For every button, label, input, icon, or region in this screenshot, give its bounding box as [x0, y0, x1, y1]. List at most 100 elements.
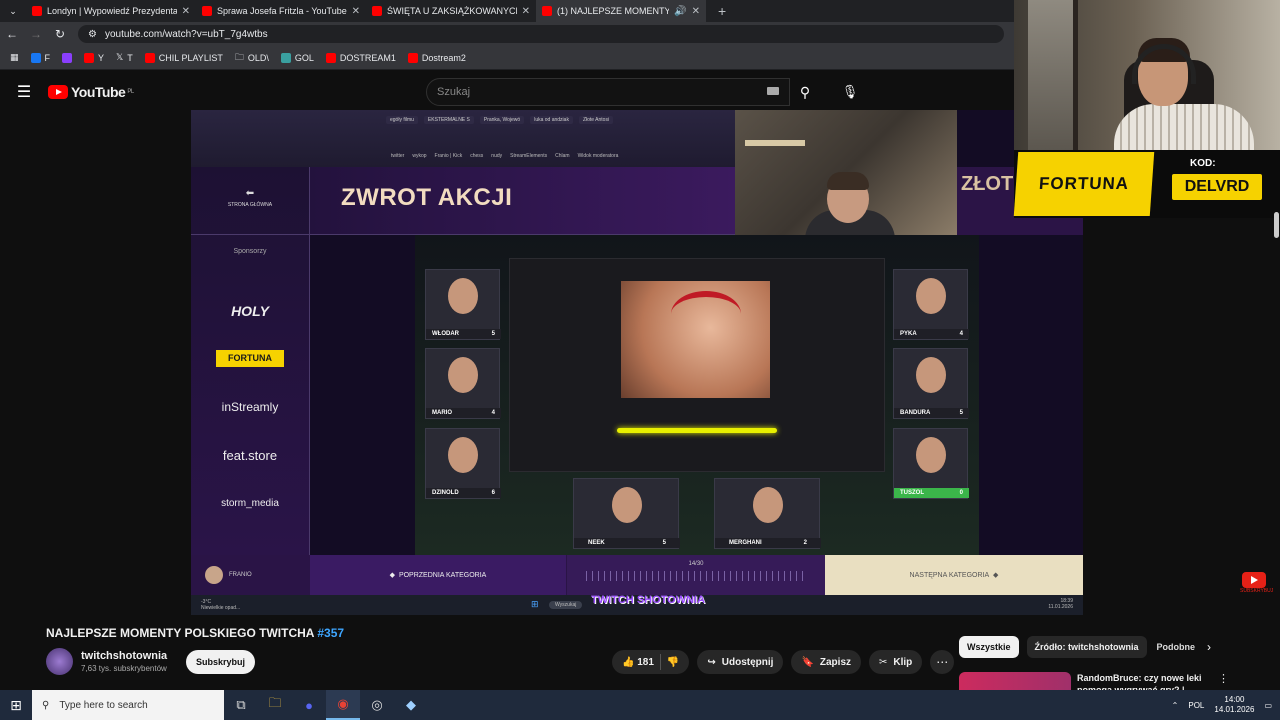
sponsor-logo-featstore: feat.store: [222, 448, 278, 463]
search-placeholder: Szukaj: [437, 86, 471, 98]
tab-close-icon[interactable]: ✕: [352, 6, 360, 17]
chip-all[interactable]: Wszystkie: [959, 636, 1019, 658]
bookmark-item[interactable]: F: [30, 52, 50, 63]
chess-app-icon[interactable]: ◎: [360, 690, 394, 720]
keyboard-icon[interactable]: [767, 87, 779, 95]
webcam-shelf: [745, 140, 805, 146]
file-explorer-icon[interactable]: 🗀: [258, 690, 292, 720]
taskbar-search-input[interactable]: ⚲ Type here to search: [32, 690, 224, 720]
video-timer-bar: [617, 428, 777, 433]
subscribe-button[interactable]: Subskrybuj: [186, 650, 255, 674]
player-face: [448, 437, 478, 473]
bookmark-label: T: [127, 52, 133, 63]
subscribe-watermark[interactable]: SUBSKRYBUJ: [1240, 572, 1273, 600]
bookmark-item[interactable]: 𝕏T: [116, 52, 133, 63]
channel-avatar[interactable]: [46, 648, 73, 675]
discord-icon[interactable]: ●: [292, 690, 326, 720]
player-card: PYKA 4: [893, 269, 969, 340]
back-icon[interactable]: ←: [0, 27, 24, 41]
menu-icon[interactable]: ☰: [0, 82, 48, 102]
app-icon[interactable]: ◆: [394, 690, 428, 720]
new-tab-icon[interactable]: +: [706, 3, 726, 19]
save-button[interactable]: 🔖 Zapisz: [791, 650, 862, 674]
bookmark-item[interactable]: Y: [84, 52, 104, 63]
player-caption: TUSZOL 0: [894, 488, 969, 498]
task-view-icon[interactable]: ⧉: [224, 690, 258, 720]
tab-close-icon[interactable]: ✕: [182, 6, 190, 17]
streamer-webcam: [1014, 0, 1280, 150]
forward-icon[interactable]: →: [24, 27, 48, 41]
promo-code: DELVRD: [1172, 174, 1262, 200]
clock-date: 14.01.2026: [1214, 705, 1255, 714]
voice-search-button[interactable]: 🎙: [836, 78, 864, 106]
sponsor-logo-holy: HOLY: [231, 303, 269, 319]
chip-similar[interactable]: Podobne: [1155, 636, 1195, 658]
channel-name[interactable]: twitchshotownia: [81, 650, 167, 662]
dislike-button[interactable]: 👎: [667, 657, 679, 668]
more-vert-icon[interactable]: ⋮: [1218, 672, 1229, 685]
share-button[interactable]: ↪ Udostępnij: [697, 650, 784, 674]
subscriber-count: 7,63 tys. subskrybentów: [81, 664, 167, 673]
browser-tab[interactable]: ŚWIĘTA U ZAKSIĄŻKOWANYCH ✕: [366, 0, 536, 22]
screen: ⌄ Londyn | Wypowiedź Prezydenta ✕ Sprawa…: [0, 0, 1280, 720]
weather-desc: Niewielkie opad...: [201, 605, 241, 611]
recommended-title[interactable]: RandomBruce: czy nowe leki pomogą wygryw…: [1077, 672, 1207, 692]
player-name: WŁODAR: [432, 331, 459, 337]
player-name: MARIO: [432, 410, 452, 416]
youtube-logo[interactable]: YouTube PL: [48, 84, 134, 100]
chevron-right-icon[interactable]: ›: [1207, 640, 1211, 654]
player-caption: BANDURA 5: [894, 408, 969, 418]
video-inner-tabs: egóły filmu EKSTERMALNE S Pranka, Wojewó…: [386, 116, 614, 124]
weather-widget: -3°C Niewielkie opad...: [201, 599, 240, 611]
search-input[interactable]: Szukaj: [426, 78, 790, 106]
tab-audio-icon[interactable]: 🔊: [674, 6, 686, 17]
bookmark-item[interactable]: DOSTREAM1: [325, 52, 396, 63]
taskbar-clock[interactable]: 14:00 14.01.2026: [1214, 695, 1254, 715]
page-scrollbar[interactable]: [1274, 212, 1279, 238]
bookmark-folder[interactable]: 🗀 OLD\: [235, 50, 269, 66]
search-button[interactable]: ⚲: [790, 78, 820, 106]
bookmark-item[interactable]: Dostream2: [407, 52, 466, 63]
folder-icon: 🗀: [234, 51, 244, 62]
inner-date: 11.01.2026: [1048, 604, 1073, 610]
browser-tab[interactable]: Londyn | Wypowiedź Prezydenta ✕: [26, 0, 196, 22]
progress-label: 14/30: [688, 561, 704, 567]
youtube-favicon-icon: [372, 6, 382, 16]
video-player[interactable]: egóły filmu EKSTERMALNE S Pranka, Wojewó…: [191, 110, 1083, 615]
hashtag-link[interactable]: #357: [317, 626, 344, 640]
player-score: 0: [959, 490, 963, 496]
chip-source[interactable]: Źródło: twitchshotownia: [1026, 636, 1147, 658]
chrome-icon[interactable]: ◉: [326, 690, 360, 720]
reload-icon[interactable]: ↻: [48, 27, 72, 41]
browser-tab[interactable]: Sprawa Josefa Fritzla - YouTube ✕: [196, 0, 366, 22]
apps-icon[interactable]: ▦: [10, 52, 19, 63]
tab-close-icon[interactable]: ✕: [522, 6, 530, 17]
microphone-icon: 🎙: [841, 84, 859, 99]
url-field[interactable]: ⚙ youtube.com/watch?v=ubT_7g4wtbs: [78, 25, 1004, 43]
clip-button[interactable]: ✂ Klip: [869, 650, 923, 674]
youtube-icon: [84, 52, 95, 63]
player-name: DZINOLD: [432, 490, 459, 496]
windows-start-icon[interactable]: ⊞: [0, 697, 32, 714]
tab-close-icon[interactable]: ✕: [692, 6, 700, 17]
bookmark-item[interactable]: GOL: [280, 52, 314, 63]
divider: [309, 167, 310, 555]
bookmark-item[interactable]: [62, 52, 73, 63]
tab-search-icon[interactable]: ⌄: [0, 6, 26, 17]
notifications-icon[interactable]: ▭: [1264, 701, 1272, 710]
browser-tab-active[interactable]: (1) NAJLEPSZE MOMENTY P 🔊 ✕: [536, 0, 706, 22]
bookmark-item[interactable]: CHIL PLAYLIST: [144, 52, 223, 63]
player-name: PYKA: [900, 331, 917, 337]
bookmark-label: GOL: [294, 52, 314, 63]
site-info-icon[interactable]: ⚙: [88, 29, 97, 40]
sponsor-logo-fortuna: FORTUNA: [216, 350, 284, 367]
inner-bookmark: Chlam: [555, 153, 570, 159]
bookmark-label: DOSTREAM1: [339, 52, 396, 63]
tab-title: Londyn | Wypowiedź Prezydenta: [47, 6, 177, 16]
recommended-thumbnail[interactable]: [959, 672, 1071, 692]
like-button[interactable]: 👍 181: [622, 657, 654, 668]
player-card: WŁODAR 5: [425, 269, 501, 340]
language-indicator[interactable]: POL: [1188, 701, 1204, 710]
more-actions-button[interactable]: ⋯: [930, 650, 955, 674]
tray-chevron-up-icon[interactable]: ⌃: [1172, 701, 1179, 710]
